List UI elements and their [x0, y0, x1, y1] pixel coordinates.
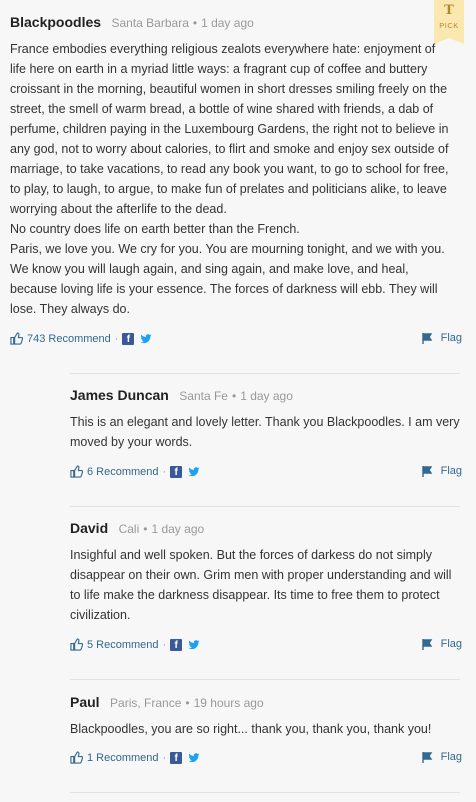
comment-location: Santa Barbara [111, 16, 189, 30]
comment-actions: 1 Recommend · f Flag [70, 751, 462, 767]
reply-comment: James Duncan Santa Fe • 1 day ago This is … [70, 387, 462, 487]
recommend-button[interactable]: 6 Recommend [87, 466, 159, 478]
flag-button[interactable]: Flag [441, 638, 462, 650]
divider [70, 792, 460, 793]
comment-author[interactable]: David [70, 520, 108, 536]
reply-comment: Paul Paris, France • 19 hours ago Blackpoo… [70, 694, 462, 774]
divider [70, 373, 460, 374]
thumbs-up-icon[interactable] [10, 332, 23, 345]
comment-location: Paris, France [110, 696, 182, 710]
divider [70, 506, 460, 507]
comment-time: 1 day ago [151, 522, 205, 536]
flag-icon[interactable] [421, 638, 433, 650]
flag-button[interactable]: Flag [441, 751, 462, 763]
comment-paragraph: France embodies everything religious zea… [10, 42, 449, 216]
flag-icon[interactable] [421, 332, 433, 344]
comment-location: Cali [118, 522, 140, 536]
comment-paragraph: This is an elegant and lovely letter. Th… [70, 415, 460, 449]
flag-button[interactable]: Flag [441, 465, 462, 477]
reply-comment: David Cali • 1 day ago Insighful and well … [70, 520, 462, 660]
comment-author[interactable]: Blackpoodles [10, 14, 101, 30]
comment-time: 19 hours ago [193, 696, 264, 710]
flag-icon[interactable] [421, 751, 433, 763]
thumbs-up-icon[interactable] [70, 465, 83, 478]
recommend-button[interactable]: 1 Recommend [87, 752, 159, 764]
comment-paragraph: Paris, we love you. We cry for you. You … [10, 242, 445, 316]
thumbs-up-icon[interactable] [70, 751, 83, 764]
comment-author[interactable]: Paul [70, 694, 100, 710]
comment-time: 1 day ago [201, 16, 254, 30]
comment-header: Blackpoodles Santa Barbara • 1 day ago [10, 14, 254, 30]
comment-header: David Cali • 1 day ago [70, 520, 205, 536]
comment-actions: 5 Recommend · f Flag [70, 638, 462, 654]
facebook-icon[interactable]: f [122, 332, 135, 345]
comment-paragraph: Blackpoodles, you are so right... thank … [70, 722, 432, 736]
comment-time: 1 day ago [240, 389, 293, 403]
recommend-button[interactable]: 5 Recommend [87, 639, 159, 651]
recommend-button[interactable]: 743 Recommend [27, 333, 111, 345]
comment-body: Insighful and well spoken. But the force… [70, 545, 462, 625]
comment: Blackpoodles Santa Barbara • 1 day ago Fra… [10, 14, 462, 345]
comment-body: Blackpoodles, you are so right... thank … [70, 719, 462, 739]
comment-body: France embodies everything religious zea… [10, 39, 452, 319]
facebook-icon[interactable]: f [170, 751, 183, 764]
comment-actions: 743 Recommend · f Flag [10, 332, 462, 348]
comment-location: Santa Fe [179, 389, 228, 403]
comment-author[interactable]: James Duncan [70, 387, 169, 403]
comment-paragraph: Insighful and well spoken. But the force… [70, 548, 452, 622]
twitter-icon[interactable] [188, 752, 200, 764]
twitter-icon[interactable] [188, 466, 200, 478]
facebook-icon[interactable]: f [170, 638, 183, 651]
comment-body: This is an elegant and lovely letter. Th… [70, 412, 462, 452]
facebook-icon[interactable]: f [170, 465, 183, 478]
twitter-icon[interactable] [188, 639, 200, 651]
thumbs-up-icon[interactable] [70, 638, 83, 651]
comment-actions: 6 Recommend · f Flag [70, 465, 462, 481]
divider [70, 679, 460, 680]
comment-paragraph: No country does life on earth better tha… [10, 222, 300, 236]
comment-header: Paul Paris, France • 19 hours ago [70, 694, 264, 710]
comment-header: James Duncan Santa Fe • 1 day ago [70, 387, 293, 403]
flag-button[interactable]: Flag [441, 332, 462, 344]
twitter-icon[interactable] [140, 333, 152, 345]
flag-icon[interactable] [421, 465, 433, 477]
